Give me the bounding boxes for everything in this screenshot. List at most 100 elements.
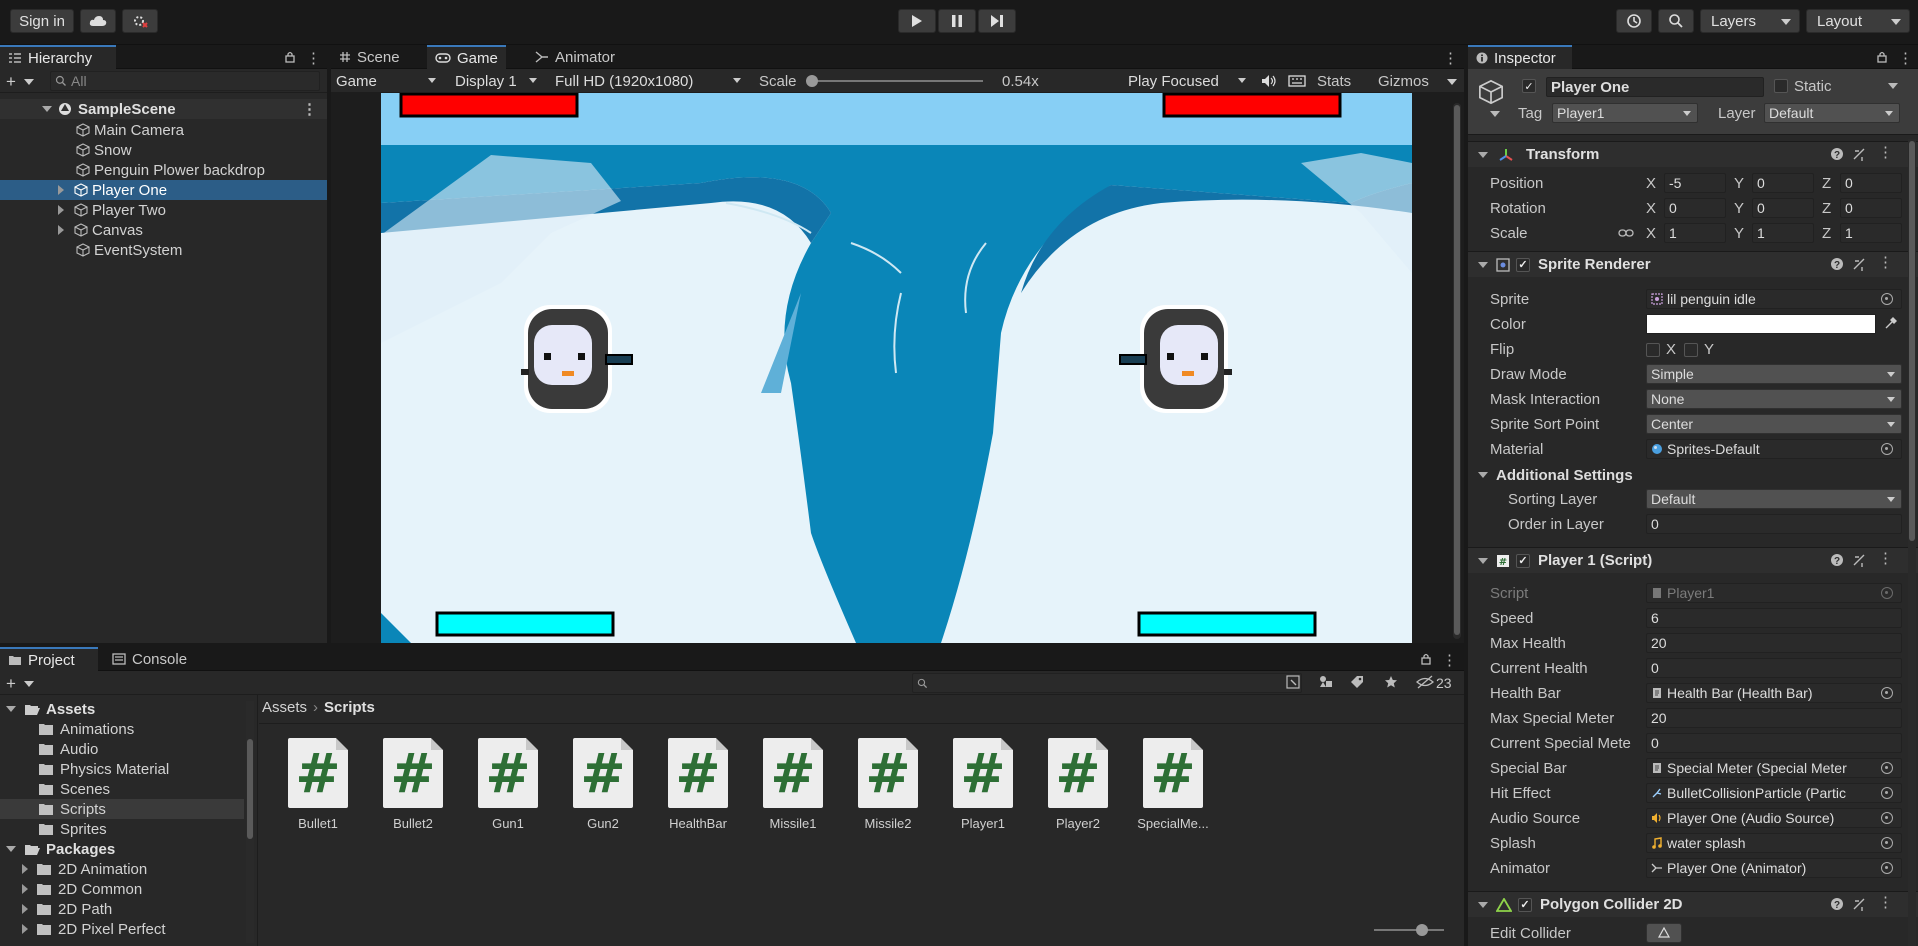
hierarchy-item-player-one[interactable]: Player One — [0, 180, 327, 200]
flip-y-checkbox[interactable] — [1684, 343, 1698, 357]
hidden-packages-icon[interactable] — [1416, 675, 1434, 689]
preset-icon[interactable] — [1852, 553, 1866, 567]
tree-scrollbar[interactable] — [246, 701, 254, 943]
transform-header[interactable]: Transform — [1468, 141, 1918, 167]
rotation-z-field[interactable]: 0 — [1840, 198, 1902, 218]
asset-script-tile[interactable]: # Missile2 — [848, 738, 928, 831]
kebab-menu-icon[interactable]: ⋮ — [306, 49, 321, 67]
tab-inspector[interactable]: Inspector — [1468, 45, 1572, 69]
kebab-menu-icon[interactable]: ⋮ — [302, 100, 317, 118]
position-z-field[interactable]: 0 — [1840, 173, 1902, 193]
max-special-meter-field[interactable]: 20 — [1646, 708, 1902, 728]
help-icon[interactable]: ? — [1830, 553, 1844, 567]
hierarchy-item-main-camera[interactable]: Main Camera — [0, 120, 327, 140]
tree-item-audio[interactable]: Audio — [38, 739, 98, 759]
material-field[interactable]: Sprites-Default — [1646, 439, 1902, 459]
scale-x-field[interactable]: 1 — [1664, 223, 1726, 243]
position-x-field[interactable]: -5 — [1664, 173, 1726, 193]
rotation-x-field[interactable]: 0 — [1664, 198, 1726, 218]
kebab-menu-icon[interactable]: ⋮ — [1878, 143, 1893, 161]
current-health-field[interactable]: 0 — [1646, 658, 1902, 678]
layout-dropdown[interactable]: Layout — [1806, 9, 1910, 33]
slider-knob[interactable] — [1416, 924, 1428, 936]
kebab-menu-icon[interactable]: ⋮ — [1878, 253, 1893, 271]
vertical-scrollbar[interactable] — [1453, 103, 1461, 639]
hit-effect-field[interactable]: BulletCollisionParticle (Partic — [1646, 783, 1902, 803]
preset-icon[interactable] — [1852, 897, 1866, 911]
kebab-menu-icon[interactable]: ⋮ — [1442, 651, 1457, 669]
hierarchy-item-eventsystem[interactable]: EventSystem — [0, 240, 327, 260]
layer-dropdown[interactable]: Default — [1764, 103, 1900, 123]
preset-icon[interactable] — [1852, 147, 1866, 161]
game-render[interactable] — [381, 93, 1412, 643]
step-button[interactable] — [978, 9, 1016, 33]
help-icon[interactable]: ? — [1830, 897, 1844, 911]
order-in-layer-field[interactable]: 0 — [1646, 514, 1902, 534]
asset-script-tile[interactable]: # HealthBar — [658, 738, 738, 831]
lock-icon[interactable] — [1876, 51, 1888, 63]
player-script-header[interactable]: # ✓ Player 1 (Script) — [1468, 547, 1918, 573]
search-icon[interactable] — [1658, 9, 1694, 33]
scene-row[interactable]: SampleScene ⋮ — [0, 99, 327, 119]
hierarchy-search-input[interactable]: All — [50, 71, 320, 91]
flip-x-checkbox[interactable] — [1646, 343, 1660, 357]
scale-y-field[interactable]: 1 — [1752, 223, 1814, 243]
chevron-down-icon[interactable] — [1447, 79, 1457, 85]
tab-console[interactable]: Console — [104, 647, 195, 671]
keyboard-icon[interactable] — [1288, 74, 1306, 88]
sprite-renderer-header[interactable]: ✓ Sprite Renderer — [1468, 251, 1918, 277]
link-icon[interactable] — [1618, 227, 1634, 239]
additional-settings-foldout[interactable]: Additional Settings — [1478, 465, 1633, 485]
tag-dropdown[interactable]: Player1 — [1552, 103, 1698, 123]
collab-icon[interactable] — [122, 9, 158, 33]
scale-slider[interactable] — [805, 75, 983, 87]
breadcrumb-scripts[interactable]: Scripts — [324, 699, 375, 716]
scale-slider-knob[interactable] — [805, 75, 818, 87]
special-bar-field[interactable]: Special Meter (Special Meter — [1646, 758, 1902, 778]
kebab-menu-icon[interactable]: ⋮ — [1443, 49, 1458, 67]
label-tag-icon[interactable] — [1350, 675, 1364, 689]
asset-script-tile[interactable]: # Gun2 — [563, 738, 643, 831]
hierarchy-item-penguin-plower-backdrop[interactable]: Penguin Plower backdrop — [0, 160, 327, 180]
display-dropdown[interactable]: Display 1 — [447, 71, 543, 91]
asset-script-tile[interactable]: # Player2 — [1038, 738, 1118, 831]
tree-item-physics-material[interactable]: Physics Material — [38, 759, 169, 779]
tree-item-2d-animation[interactable]: 2D Animation — [22, 859, 147, 879]
position-y-field[interactable]: 0 — [1752, 173, 1814, 193]
add-icon[interactable]: + — [6, 674, 16, 694]
lock-icon[interactable] — [284, 51, 296, 63]
object-picker-icon[interactable] — [1881, 443, 1893, 455]
draw-mode-dropdown[interactable]: Simple — [1646, 364, 1902, 384]
asset-script-tile[interactable]: # Missile1 — [753, 738, 833, 831]
stats-button[interactable]: Stats — [1317, 73, 1351, 90]
splash-field[interactable]: water splash — [1646, 833, 1902, 853]
scrollbar-thumb[interactable] — [247, 739, 253, 839]
play-focused-dropdown[interactable]: Play Focused — [1120, 71, 1252, 91]
tree-item-2d-common[interactable]: 2D Common — [22, 879, 142, 899]
hierarchy-item-snow[interactable]: Snow — [0, 140, 327, 160]
tree-item-2d-path[interactable]: 2D Path — [22, 899, 112, 919]
eyedropper-icon[interactable] — [1884, 316, 1898, 330]
tree-item-assets[interactable]: Assets — [0, 699, 257, 719]
current-special-meter-field[interactable]: 0 — [1646, 733, 1902, 753]
search-by-type-icon[interactable] — [1286, 675, 1300, 689]
object-picker-icon[interactable] — [1881, 687, 1893, 699]
icon-size-slider[interactable] — [1374, 924, 1444, 936]
play-button[interactable] — [898, 9, 936, 33]
chevron-down-icon[interactable] — [24, 79, 34, 85]
enabled-checkbox[interactable]: ✓ — [1516, 257, 1530, 272]
tab-scene[interactable]: Scene — [331, 45, 408, 69]
filter-by-type-icon[interactable] — [1318, 675, 1334, 689]
asset-script-tile[interactable]: # SpecialMe... — [1133, 738, 1213, 831]
scrollbar-thumb[interactable] — [1909, 141, 1915, 541]
cloud-icon[interactable] — [80, 9, 116, 33]
health-bar-field[interactable]: Health Bar (Health Bar) — [1646, 683, 1902, 703]
resolution-dropdown[interactable]: Full HD (1920x1080) — [547, 71, 747, 91]
kebab-menu-icon[interactable]: ⋮ — [1898, 49, 1913, 67]
enabled-checkbox[interactable]: ✓ — [1518, 897, 1532, 912]
object-picker-icon[interactable] — [1881, 812, 1893, 824]
audio-source-field[interactable]: Player One (Audio Source) — [1646, 808, 1902, 828]
scale-z-field[interactable]: 1 — [1840, 223, 1902, 243]
asset-script-tile[interactable]: # Gun1 — [468, 738, 548, 831]
object-picker-icon[interactable] — [1881, 762, 1893, 774]
